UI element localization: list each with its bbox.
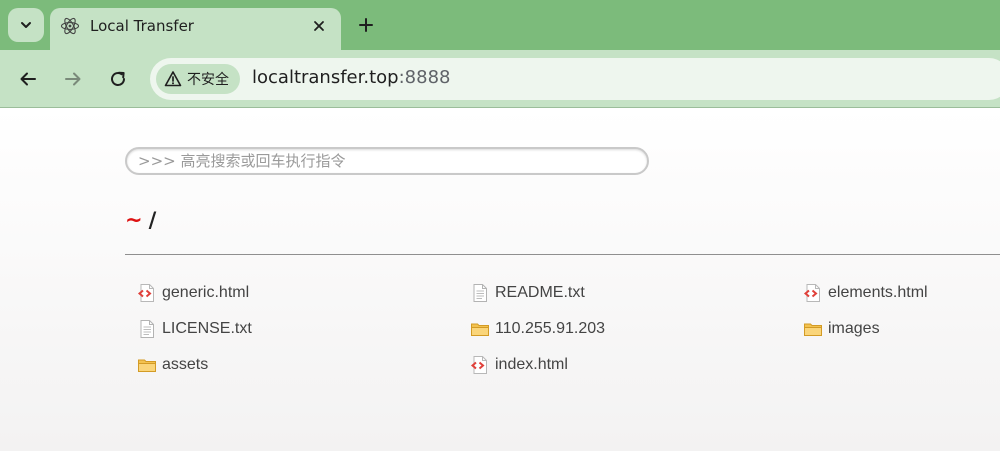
folder-icon bbox=[470, 319, 490, 339]
text-file-icon bbox=[470, 283, 490, 303]
page-content: ~/ generic.html README.txt elements.html LI… bbox=[0, 108, 1000, 451]
tab-strip: Local Transfer bbox=[0, 0, 1000, 50]
url-text[interactable]: localtransfer.top:8888 bbox=[252, 67, 450, 88]
new-tab-button[interactable] bbox=[354, 13, 378, 37]
file-name: LICENSE.txt bbox=[162, 320, 252, 337]
file-item[interactable]: README.txt bbox=[470, 279, 585, 307]
arrow-left-icon bbox=[20, 72, 36, 86]
file-name: 110.255.91.203 bbox=[495, 320, 606, 337]
text-file-icon bbox=[137, 319, 157, 339]
file-item[interactable]: generic.html bbox=[137, 279, 249, 307]
plus-icon bbox=[359, 18, 373, 32]
folder-item[interactable]: assets bbox=[137, 351, 208, 379]
tab-search-button[interactable] bbox=[8, 8, 44, 42]
file-item[interactable]: elements.html bbox=[803, 279, 928, 307]
breadcrumb: ~ / bbox=[125, 208, 156, 232]
html-file-icon bbox=[137, 283, 157, 303]
file-item[interactable]: index.html bbox=[470, 351, 568, 379]
folder-icon bbox=[803, 319, 823, 339]
reload-icon bbox=[111, 71, 125, 86]
security-label: 不安全 bbox=[187, 72, 229, 88]
chevron-down-icon bbox=[21, 22, 31, 28]
tab-close-button[interactable] bbox=[309, 16, 329, 36]
back-button[interactable] bbox=[16, 67, 40, 91]
file-name: index.html bbox=[495, 356, 568, 373]
reload-button[interactable] bbox=[106, 67, 130, 91]
forward-button[interactable] bbox=[61, 67, 85, 91]
file-item[interactable]: LICENSE.txt bbox=[137, 315, 252, 343]
url-host: localtransfer.top bbox=[252, 67, 399, 88]
file-name: assets bbox=[162, 356, 209, 373]
file-name: README.txt bbox=[495, 284, 585, 301]
warning-icon bbox=[164, 71, 182, 87]
file-name: elements.html bbox=[828, 284, 928, 301]
close-icon bbox=[314, 21, 324, 31]
folder-item[interactable]: images bbox=[803, 315, 880, 343]
command-search-input[interactable] bbox=[125, 147, 649, 175]
folder-item[interactable]: 110.255.91.203 bbox=[470, 315, 605, 343]
file-name: generic.html bbox=[162, 284, 250, 301]
html-file-icon bbox=[470, 355, 490, 375]
browser-toolbar: 不安全 localtransfer.top:8888 bbox=[0, 50, 1000, 108]
url-port: :8888 bbox=[398, 67, 451, 88]
arrow-right-icon bbox=[65, 72, 81, 86]
active-tab[interactable]: Local Transfer bbox=[50, 8, 341, 50]
divider bbox=[125, 254, 1000, 255]
security-indicator[interactable]: 不安全 bbox=[156, 64, 240, 94]
folder-icon bbox=[137, 355, 157, 375]
tab-title: Local Transfer bbox=[90, 17, 194, 35]
file-name: images bbox=[828, 320, 880, 337]
html-file-icon bbox=[803, 283, 823, 303]
breadcrumb-separator: / bbox=[148, 208, 157, 232]
breadcrumb-home[interactable]: ~ bbox=[125, 208, 143, 232]
atom-icon bbox=[60, 17, 80, 35]
address-bar[interactable]: 不安全 localtransfer.top:8888 bbox=[150, 58, 1000, 100]
